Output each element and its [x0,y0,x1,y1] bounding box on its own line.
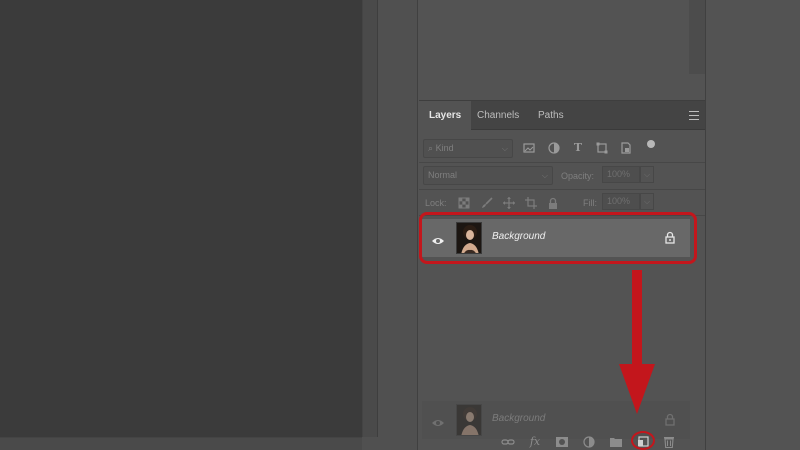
filter-kind-select[interactable]: ⌕ Kind ⌵ [423,139,513,158]
divider [419,162,705,163]
upper-panel [419,0,705,101]
opacity-dropdown-icon[interactable]: ⌵ [640,166,654,183]
trash-icon[interactable] [662,436,676,449]
layers-bottom-bar: fx [419,432,705,450]
collapsed-panel-dock [378,0,418,450]
fx-icon[interactable]: fx [528,436,542,448]
panel-menu-icon[interactable] [689,111,699,120]
opacity-input[interactable]: 100% [602,166,640,183]
fill-input[interactable]: 100% [602,193,640,210]
panel-tab-bar: Layers Channels Paths [419,101,705,131]
adjustment-filter-icon[interactable] [548,142,560,154]
new-layer-button-highlight [631,431,655,450]
upper-panel-scrollbar[interactable] [689,0,705,74]
lock-all-icon[interactable] [547,197,559,209]
layers-panel: Layers Channels Paths ⌕ Kind ⌵ T Normal … [419,101,705,450]
divider [419,189,705,190]
link-icon[interactable] [501,436,515,448]
right-panel-area [705,0,800,450]
filter-kind-label: Kind [435,143,454,153]
scrollbar-corner [362,437,378,450]
search-icon: ⌕ [428,143,434,153]
layer-highlight-annotation [419,212,697,264]
mask-icon[interactable] [555,436,569,448]
chevron-down-icon: ⌵ [501,144,508,153]
adjustment-icon[interactable] [582,436,596,448]
lock-artboard-icon[interactable] [525,197,537,209]
smart-object-filter-icon[interactable] [620,142,632,154]
folder-icon[interactable] [609,436,623,448]
ghost-layer-name: Background [492,413,546,424]
fill-dropdown-icon[interactable]: ⌵ [640,193,654,210]
blend-mode-select[interactable]: Normal ⌵ [423,166,553,185]
blend-mode-value: Normal [428,170,458,180]
lock-move-icon[interactable] [503,197,515,209]
lock-transparent-icon[interactable] [458,197,470,209]
lock-label: Lock: [425,198,447,208]
shape-filter-icon[interactable] [596,142,608,154]
tab-layers[interactable]: Layers [419,101,472,131]
tab-paths[interactable]: Paths [528,101,574,130]
pixel-filter-icon[interactable] [523,142,535,154]
canvas-vertical-scrollbar[interactable] [362,0,378,437]
opacity-label: Opacity: [561,171,595,181]
eye-icon [431,415,445,426]
document-canvas[interactable] [0,0,362,437]
chevron-down-icon: ⌵ [541,171,548,180]
filter-toggle-icon[interactable] [647,140,655,148]
tab-channels[interactable]: Channels [467,101,529,130]
lock-brush-icon[interactable] [481,197,493,209]
canvas-horizontal-scrollbar[interactable] [0,437,362,450]
type-filter-icon[interactable]: T [572,142,584,154]
fill-label: Fill: [583,198,597,208]
lock-icon [664,413,676,426]
